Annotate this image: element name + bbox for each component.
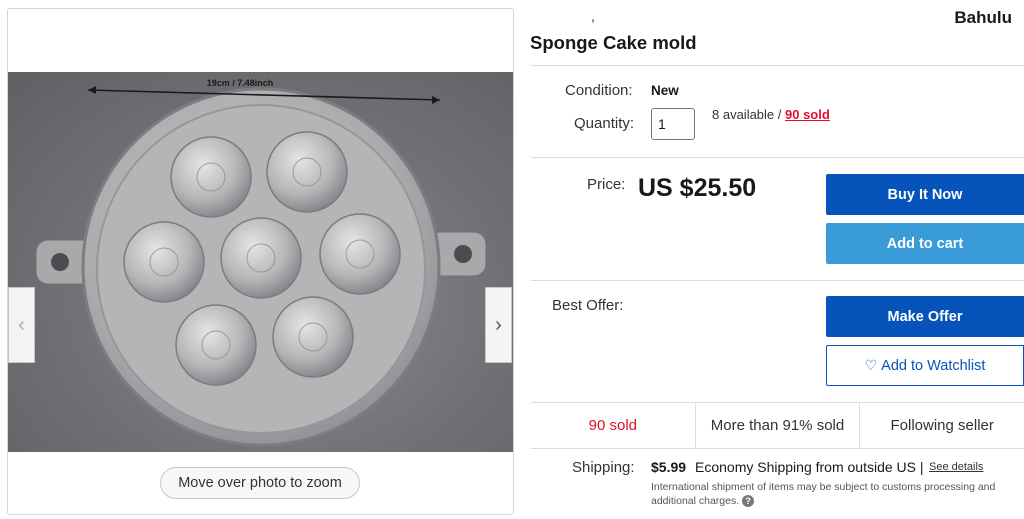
watchlist-label: Add to Watchlist [881, 357, 986, 374]
add-to-cart-button[interactable]: Add to cart [826, 223, 1024, 264]
make-offer-button[interactable]: Make Offer [826, 296, 1024, 337]
shipping-note: International shipment of items may be s… [651, 480, 1024, 508]
zoom-hint: Move over photo to zoom [160, 467, 360, 499]
shipping-price: $5.99 [651, 459, 687, 475]
best-offer-label: Best Offer: [552, 297, 624, 314]
image-gallery: 19cm / 7.48inch ‹ › Move over photo to z… [7, 8, 514, 515]
quantity-input[interactable] [651, 108, 695, 140]
help-icon[interactable]: ? [742, 495, 755, 508]
measurement-caption: 19cm / 7.48inch [207, 78, 274, 88]
next-photo-button[interactable]: › [485, 287, 512, 363]
heart-icon: ♡ [864, 357, 878, 373]
product-photo[interactable]: 19cm / 7.48inch ‹ › [8, 72, 513, 452]
divider [531, 157, 1024, 158]
buy-it-now-button[interactable]: Buy It Now [826, 174, 1024, 215]
cake-mold-image: 19cm / 7.48inch [35, 78, 487, 447]
availability: 8 available / 90 sold [712, 107, 830, 122]
shipping-note-text: International shipment of items may be s… [651, 481, 996, 507]
sold-count-link[interactable]: 90 sold [785, 107, 830, 122]
item-title: Sponge Cake mold [530, 32, 697, 53]
chevron-left-icon: ‹ [18, 313, 25, 336]
see-details-link[interactable]: See details [929, 461, 983, 473]
available-count: 8 available / [712, 107, 785, 122]
condition-value: New [651, 83, 679, 98]
chevron-right-icon: › [495, 313, 502, 336]
item-stats: 90 sold More than 91% sold Following sel… [531, 402, 1024, 449]
price-value: US $25.50 [638, 174, 757, 202]
item-title-line: Bahulu [954, 8, 1012, 27]
condition-label: Condition: [565, 82, 633, 99]
price-label: Price: [587, 176, 626, 193]
stat-sold: 90 sold [531, 403, 696, 448]
stat-percent-sold: More than 91% sold [696, 403, 861, 448]
divider [531, 280, 1024, 281]
shipping-method: Economy Shipping from outside US | [695, 459, 924, 475]
previous-photo-button[interactable]: ‹ [8, 287, 35, 363]
shipping-label: Shipping: [572, 459, 635, 476]
stat-following: Following seller [890, 417, 994, 434]
quantity-label: Quantity: [574, 115, 635, 132]
add-to-watchlist-button[interactable]: ♡ Add to Watchlist [826, 345, 1024, 386]
title-fragment: , [591, 8, 595, 24]
divider [531, 65, 1024, 66]
